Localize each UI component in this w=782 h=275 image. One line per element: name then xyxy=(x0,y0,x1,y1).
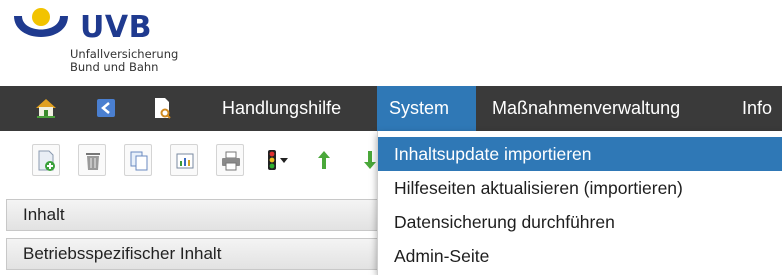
menu-info[interactable]: Info xyxy=(730,86,782,131)
home-icon[interactable] xyxy=(34,96,58,120)
menu-item-admin-seite[interactable]: Admin-Seite xyxy=(378,239,782,273)
status-dropdown-button[interactable] xyxy=(262,144,296,176)
traffic-light-dropdown-icon xyxy=(268,150,288,170)
print-icon xyxy=(222,151,240,171)
menu-item-inhaltsupdate-importieren[interactable]: Inhaltsupdate importieren xyxy=(378,137,782,171)
menu-item-hilfeseiten-aktualisieren[interactable]: Hilfeseiten aktualisieren (importieren) xyxy=(378,171,782,205)
uvb-logo-mark xyxy=(14,8,68,37)
back-icon[interactable] xyxy=(94,96,118,120)
copy-button[interactable] xyxy=(124,144,152,176)
logo-subtitle: Unfallversicherung Bund und Bahn xyxy=(70,48,178,74)
copy-icon xyxy=(130,151,148,171)
system-dropdown-menu: Inhaltsupdate importieren Hilfeseiten ak… xyxy=(377,131,782,275)
chart-button[interactable] xyxy=(170,144,198,176)
add-button[interactable] xyxy=(32,144,60,176)
menu-system[interactable]: System xyxy=(377,86,476,131)
menu-item-datensicherung-durchfuehren[interactable]: Datensicherung durchführen xyxy=(378,205,782,239)
delete-button[interactable] xyxy=(78,144,106,176)
print-button[interactable] xyxy=(216,144,244,176)
tree-row-inhalt[interactable]: Inhalt xyxy=(6,199,406,231)
tree-row-betriebsspezifischer-inhalt[interactable]: Betriebsspezifischer Inhalt xyxy=(6,238,406,270)
logo-title: UVB xyxy=(80,10,152,45)
menu-massnahmenverwaltung[interactable]: Maßnahmenverwaltung xyxy=(480,86,692,131)
move-up-button[interactable] xyxy=(310,144,338,176)
uvb-logo: UVB Unfallversicherung Bund und Bahn xyxy=(10,6,270,82)
chart-icon xyxy=(176,153,194,169)
main-menubar: Handlungshilfe System Maßnahmenverwaltun… xyxy=(0,86,782,131)
menu-handlungshilfe[interactable]: Handlungshilfe xyxy=(210,86,353,131)
move-down-button[interactable] xyxy=(356,144,376,176)
arrow-up-icon xyxy=(318,151,330,169)
delete-icon xyxy=(86,153,100,170)
add-icon xyxy=(38,150,55,171)
document-search-icon[interactable] xyxy=(150,96,174,120)
logo-subtitle-line2: Bund und Bahn xyxy=(70,60,159,74)
arrow-down-icon xyxy=(364,151,376,169)
